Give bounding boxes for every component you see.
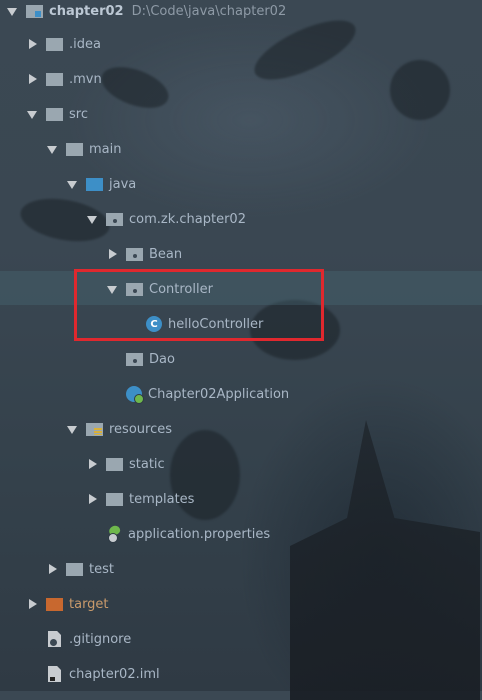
properties-file-icon <box>106 526 122 543</box>
tree-item-gitignore[interactable]: .gitignore <box>48 628 131 650</box>
tree-item-label: .mvn <box>69 71 102 87</box>
tree-item-static[interactable]: static <box>86 453 165 475</box>
project-tree: chapter02 D:\Code\java\chapter02 .idea .… <box>0 0 482 691</box>
tree-item-application-properties[interactable]: application.properties <box>106 523 270 545</box>
tree-item-label: Bean <box>149 246 183 262</box>
resources-folder-icon <box>86 422 103 436</box>
project-path: D:\Code\java\chapter02 <box>131 3 287 19</box>
tree-item-label: main <box>89 141 122 157</box>
tree-item-dao[interactable]: Dao <box>126 348 175 370</box>
tree-item-label: src <box>69 106 88 122</box>
chevron-right-icon[interactable] <box>86 493 98 505</box>
chevron-right-icon[interactable] <box>86 458 98 470</box>
tree-item-main[interactable]: main <box>46 138 121 160</box>
tree-item-test[interactable]: test <box>46 558 114 580</box>
iml-file-icon <box>48 666 61 682</box>
tree-item-label: chapter02.iml <box>69 666 160 682</box>
excluded-folder-icon <box>46 597 63 611</box>
chevron-down-icon[interactable] <box>66 423 78 435</box>
tree-item-templates[interactable]: templates <box>86 488 194 510</box>
chevron-right-icon[interactable] <box>26 598 38 610</box>
chevron-down-icon[interactable] <box>6 5 18 17</box>
tree-item-src[interactable]: src <box>26 103 88 125</box>
tree-item-label: Chapter02Application <box>148 386 290 402</box>
chevron-right-icon[interactable] <box>26 73 38 85</box>
tree-item-bean[interactable]: Bean <box>106 243 182 265</box>
package-icon <box>126 247 143 261</box>
gitignore-file-icon <box>48 631 61 647</box>
tree-item-java[interactable]: java <box>66 173 136 195</box>
tree-item-target[interactable]: target <box>26 593 109 615</box>
folder-icon <box>46 72 63 86</box>
tree-item-label: java <box>109 176 137 192</box>
tree-item-label: test <box>89 561 114 577</box>
folder-icon <box>46 107 63 121</box>
tree-item-iml[interactable]: chapter02.iml <box>48 663 160 685</box>
tree-item-idea[interactable]: .idea <box>26 33 101 55</box>
chevron-right-icon[interactable] <box>46 563 58 575</box>
package-icon <box>126 352 143 366</box>
tree-item-label: resources <box>109 421 173 437</box>
chevron-down-icon[interactable] <box>46 143 58 155</box>
project-name: chapter02 <box>49 3 124 19</box>
project-folder-icon <box>26 4 43 18</box>
chevron-right-icon[interactable] <box>26 38 38 50</box>
tree-item-label: Dao <box>149 351 175 367</box>
tree-item-label: target <box>69 596 109 612</box>
tree-item-label: .idea <box>69 36 101 52</box>
spring-boot-class-icon <box>126 386 144 404</box>
tree-item-label: com.zk.chapter02 <box>129 211 246 227</box>
tree-item-label: .gitignore <box>69 631 132 647</box>
folder-icon <box>46 37 63 51</box>
chevron-down-icon[interactable] <box>26 108 38 120</box>
chevron-down-icon[interactable] <box>86 213 98 225</box>
package-icon <box>106 212 123 226</box>
tree-item-root[interactable]: chapter02 D:\Code\java\chapter02 <box>6 0 286 22</box>
tree-item-label: static <box>129 456 165 472</box>
chevron-down-icon[interactable] <box>66 178 78 190</box>
tree-item-resources[interactable]: resources <box>66 418 172 440</box>
folder-icon <box>106 492 123 506</box>
red-highlight-box <box>74 269 324 341</box>
tree-item-mvn[interactable]: .mvn <box>26 68 102 90</box>
tree-item-application-class[interactable]: Chapter02Application <box>126 383 289 405</box>
tree-item-package[interactable]: com.zk.chapter02 <box>86 208 246 230</box>
folder-icon <box>106 457 123 471</box>
tree-item-label: templates <box>129 491 195 507</box>
source-folder-icon <box>86 177 103 191</box>
folder-icon <box>66 142 83 156</box>
tree-item-label: application.properties <box>128 526 271 542</box>
folder-icon <box>66 562 83 576</box>
chevron-right-icon[interactable] <box>106 248 118 260</box>
